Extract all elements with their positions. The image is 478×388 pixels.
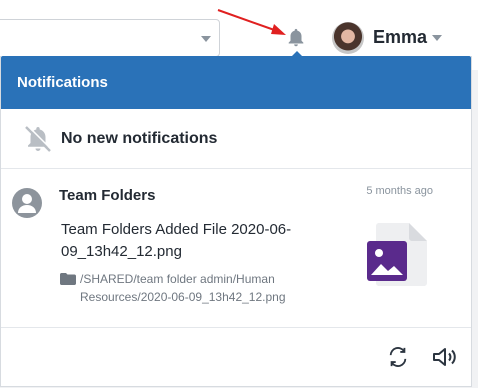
image-file-icon[interactable]	[365, 221, 431, 287]
chevron-down-icon	[201, 36, 211, 42]
username-menu[interactable]: Emma	[373, 27, 427, 48]
panel-title: Notifications	[17, 74, 108, 91]
file-path-text: /SHARED/team folder admin/Human Resource…	[80, 272, 286, 304]
avatar[interactable]	[332, 22, 364, 54]
notification-time: 5 months ago	[366, 185, 433, 197]
panel-header: Notifications	[1, 56, 471, 109]
refresh-icon[interactable]	[387, 346, 409, 368]
annotation-arrow-icon	[217, 9, 286, 35]
bell-off-icon	[25, 124, 53, 152]
notifications-panel: Notifications No new notifications Team …	[0, 56, 472, 387]
bell-icon[interactable]	[285, 27, 307, 49]
notification-sender: Team Folders	[59, 187, 156, 204]
notification-message[interactable]: Team Folders Added File 2020-06-09_13h42…	[61, 219, 353, 263]
panel-footer	[1, 328, 471, 388]
file-path[interactable]: /SHARED/team folder admin/Human Resource…	[60, 270, 350, 306]
speaker-icon[interactable]	[432, 346, 458, 368]
search-select[interactable]	[0, 19, 220, 57]
user-icon	[12, 188, 42, 218]
empty-message: No new notifications	[61, 129, 218, 147]
notification-item[interactable]: Team Folders 5 months ago Team Folders A…	[1, 169, 471, 328]
chevron-down-icon[interactable]	[432, 35, 442, 41]
empty-state-row: No new notifications	[1, 109, 471, 169]
folder-icon	[60, 273, 76, 285]
